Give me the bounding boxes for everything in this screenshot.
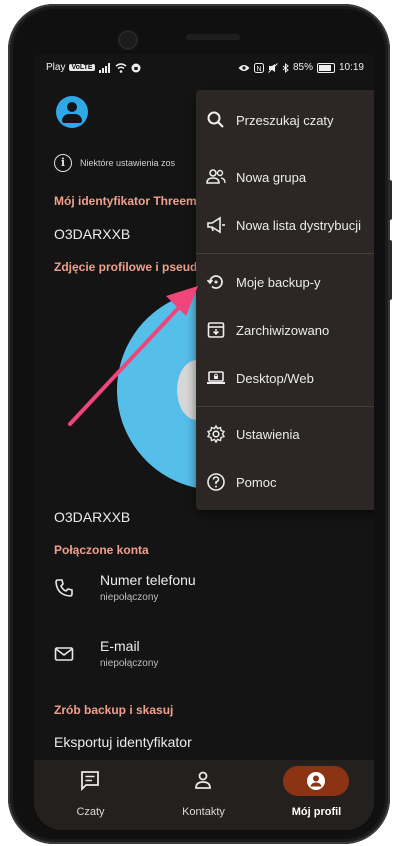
notice-text: Niektóre ustawienia zos: [80, 158, 176, 168]
front-camera: [118, 30, 138, 50]
export-id-item[interactable]: Eksportuj identyfikator: [54, 734, 192, 750]
menu-item-label: Pomoc: [236, 474, 277, 490]
menu-item-archived[interactable]: Zarchiwizowano: [196, 308, 374, 352]
group-icon: [206, 169, 226, 184]
menu-item-settings[interactable]: Ustawienia: [196, 412, 374, 456]
mail-icon: [54, 647, 74, 661]
menu-item-label: Nowa grupa: [236, 169, 307, 185]
archive-icon: [207, 322, 225, 338]
backup-restore-icon: [206, 275, 223, 289]
eye-icon: [238, 64, 250, 71]
phone-number-row[interactable]: Numer telefonu niepołączony: [54, 572, 196, 603]
gear-icon: [206, 424, 226, 444]
backup-delete-title: Zrób backup i skasuj: [54, 703, 174, 717]
profile-avatar-icon[interactable]: [56, 96, 88, 128]
battery-percent: 85%: [292, 62, 313, 73]
mute-icon: [268, 62, 278, 73]
menu-item-search-chats[interactable]: Przeszukaj czaty: [196, 98, 374, 142]
menu-item-my-backups[interactable]: Moje backup-y: [196, 260, 374, 304]
menu-item-help[interactable]: Pomoc: [196, 460, 374, 504]
threema-id-value: O3DARXXB: [54, 226, 131, 242]
nav-tab-chats[interactable]: Czaty: [34, 760, 147, 830]
megaphone-icon: [207, 216, 225, 234]
volte-badge: VoLTE: [69, 64, 95, 71]
menu-item-label: Desktop/Web: [236, 370, 314, 386]
menu-item-label: Moje backup-y: [236, 274, 321, 290]
menu-item-desktop-web[interactable]: Desktop/Web: [196, 356, 374, 400]
clock: 10:19: [338, 62, 364, 73]
menu-divider: [196, 406, 374, 407]
help-icon: [207, 473, 225, 491]
search-icon: [207, 111, 224, 128]
app-screen: Play VoLTE N 85% 10:19 i Niektóre ustawi…: [34, 54, 374, 830]
phone-icon: [55, 579, 73, 597]
signal-icon: [98, 62, 110, 73]
svg-text:N: N: [256, 66, 261, 73]
phone-number-status: niepołączony: [100, 592, 159, 603]
battery-icon: [316, 62, 335, 73]
nav-tab-label: Czaty: [76, 806, 105, 818]
overflow-menu: Przeszukaj czaty Nowa grupa Nowa lista d…: [196, 90, 374, 510]
volume-button: [388, 180, 392, 220]
contacts-icon: [195, 771, 211, 789]
menu-item-label: Nowa lista dystrybucji: [236, 217, 361, 233]
menu-item-label: Przeszukaj czaty: [236, 112, 334, 128]
email-label: E-mail: [100, 638, 140, 654]
nav-tab-contacts[interactable]: Kontakty: [147, 760, 260, 830]
nav-tab-label: Mój profil: [291, 806, 342, 818]
menu-item-new-group[interactable]: Nowa grupa: [196, 155, 374, 199]
linked-accounts-title: Połączone konta: [54, 543, 149, 557]
threema-notification-icon: [131, 63, 141, 72]
phone-number-label: Numer telefonu: [100, 572, 196, 588]
info-icon: i: [54, 154, 72, 172]
threema-id-title: Mój identyfikator Threema: [54, 194, 204, 208]
nfc-icon: N: [253, 62, 264, 73]
bluetooth-icon: [282, 62, 289, 73]
email-row[interactable]: E-mail niepołączony: [54, 638, 158, 669]
nickname-value[interactable]: O3DARXXB: [54, 509, 130, 525]
power-button: [388, 240, 392, 300]
menu-item-label: Ustawienia: [236, 426, 300, 442]
menu-item-new-broadcast-list[interactable]: Nowa lista dystrybucji: [196, 203, 374, 247]
wifi-icon: [115, 62, 127, 73]
bottom-navigation: Czaty Kontakty Mój profil: [34, 760, 374, 830]
nav-tab-my-profile[interactable]: Mój profil: [260, 760, 373, 830]
menu-item-label: Zarchiwizowano: [236, 322, 330, 338]
menu-divider: [196, 253, 374, 254]
chat-icon: [81, 771, 99, 792]
status-bar: Play VoLTE N 85% 10:19: [34, 54, 374, 84]
nav-tab-label: Kontakty: [182, 806, 225, 818]
laptop-lock-icon: [207, 371, 225, 384]
earpiece-speaker: [186, 34, 240, 40]
operator-name: Play: [46, 62, 66, 73]
profile-icon: [307, 772, 325, 790]
email-status: niepołączony: [100, 658, 159, 669]
settings-notice: i Niektóre ustawienia zos: [54, 154, 175, 172]
